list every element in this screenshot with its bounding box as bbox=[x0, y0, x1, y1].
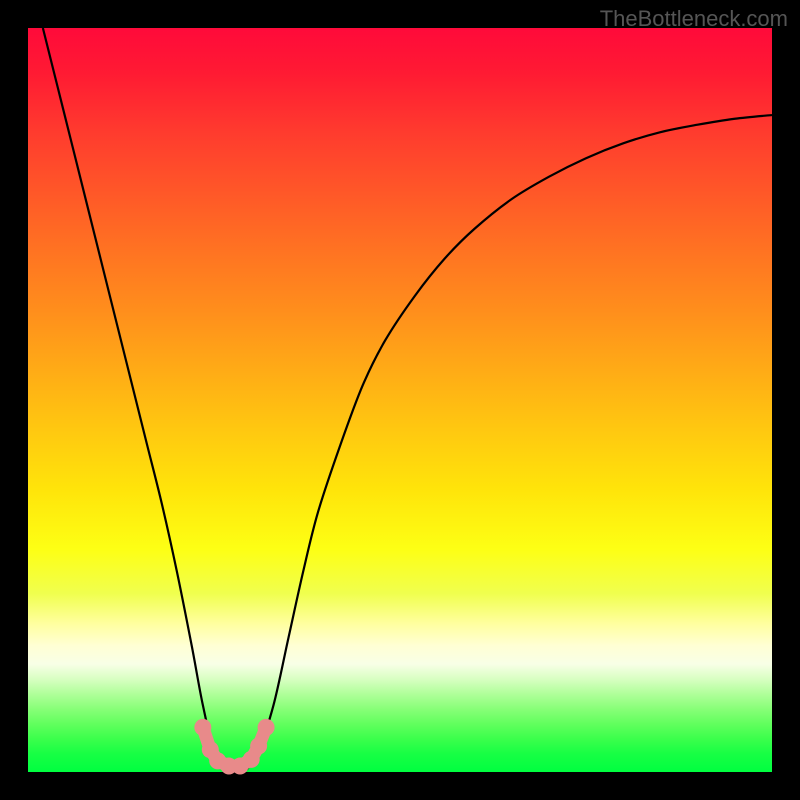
watermark-text: TheBottleneck.com bbox=[600, 6, 788, 32]
chart-svg bbox=[28, 28, 772, 772]
bottleneck-curve bbox=[43, 28, 772, 775]
marker-group bbox=[194, 719, 274, 775]
marker-dot bbox=[258, 719, 275, 736]
marker-dot bbox=[250, 737, 267, 754]
marker-dot bbox=[194, 719, 211, 736]
plot-area bbox=[28, 28, 772, 772]
